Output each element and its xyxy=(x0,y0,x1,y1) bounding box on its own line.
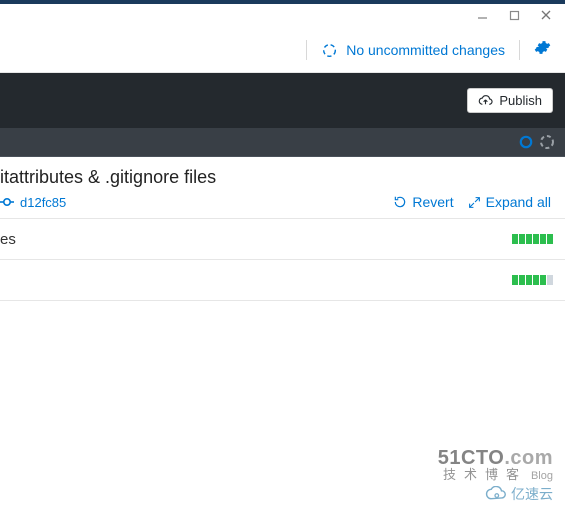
revert-label: Revert xyxy=(412,194,453,210)
top-toolbar: No uncommitted changes xyxy=(0,32,565,73)
revert-button[interactable]: Revert xyxy=(393,194,453,210)
sync-icon xyxy=(321,42,338,59)
revert-icon xyxy=(393,195,407,209)
file-row[interactable]: es xyxy=(0,219,565,260)
sync-status[interactable]: No uncommitted changes xyxy=(321,42,505,59)
expand-label: Expand all xyxy=(486,194,551,210)
cloud-upload-icon xyxy=(478,94,493,107)
gear-icon[interactable] xyxy=(534,39,551,61)
publish-button[interactable]: Publish xyxy=(467,88,553,113)
toolbar-divider xyxy=(306,40,307,60)
commit-title: itattributes & .gitignore files xyxy=(0,167,565,188)
sync-status-text: No uncommitted changes xyxy=(346,42,505,58)
minimize-icon[interactable] xyxy=(473,6,491,24)
commit-node-dashed-icon xyxy=(539,134,555,150)
commit-hash[interactable]: d12fc85 xyxy=(0,195,66,210)
commit-node-filled-icon xyxy=(519,135,533,149)
file-name: es xyxy=(0,231,16,248)
expand-icon xyxy=(468,196,481,209)
branch-bar: Publish xyxy=(0,73,565,128)
close-icon[interactable] xyxy=(537,6,555,24)
diff-indicator xyxy=(512,234,553,244)
window-controls xyxy=(0,4,565,32)
diff-indicator xyxy=(512,275,553,285)
commit-hash-text: d12fc85 xyxy=(20,195,66,210)
commit-header: itattributes & .gitignore files d12fc85 … xyxy=(0,157,565,219)
cloud-logo-icon xyxy=(485,486,507,502)
history-marker-bar xyxy=(0,128,565,157)
watermark: 51CTO.com 技术博客Blog 亿速云 xyxy=(438,448,553,502)
maximize-icon[interactable] xyxy=(505,6,523,24)
commit-icon xyxy=(0,195,14,209)
expand-all-button[interactable]: Expand all xyxy=(468,194,551,210)
publish-label: Publish xyxy=(499,93,542,108)
file-row[interactable] xyxy=(0,260,565,301)
toolbar-divider xyxy=(519,40,520,60)
